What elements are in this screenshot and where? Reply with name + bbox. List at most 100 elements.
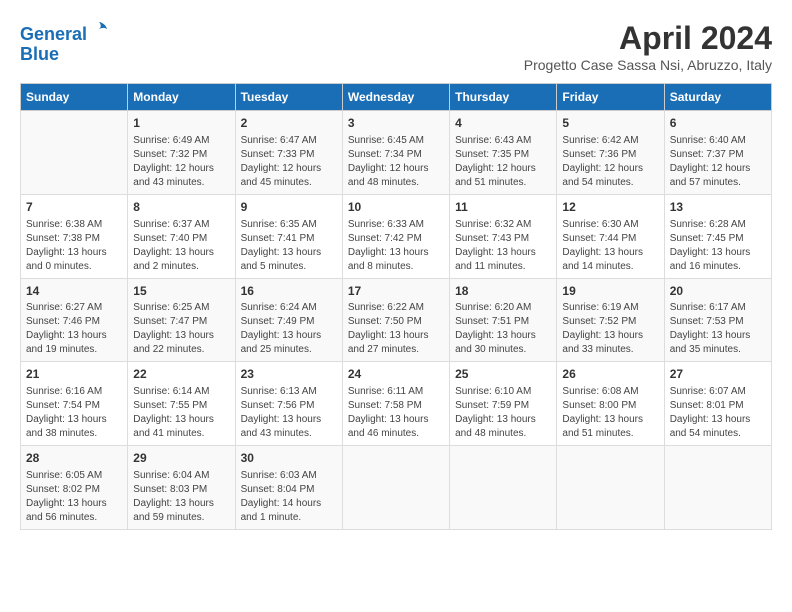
day-number: 12: [562, 199, 658, 216]
day-number: 17: [348, 283, 444, 300]
calendar-cell: 4 Sunrise: 6:43 AMSunset: 7:35 PMDaylight…: [450, 111, 557, 195]
header-thursday: Thursday: [450, 84, 557, 111]
day-info: Sunrise: 6:03 AMSunset: 8:04 PMDaylight:…: [241, 469, 337, 525]
day-info: Sunrise: 6:33 AMSunset: 7:42 PMDaylight:…: [348, 218, 444, 274]
day-info: Sunrise: 6:47 AMSunset: 7:33 PMDaylight:…: [241, 134, 337, 190]
calendar-cell: 15Sunrise: 6:25 AMSunset: 7:47 PMDayligh…: [128, 278, 235, 362]
day-info: Sunrise: 6:42 AMSunset: 7:36 PMDaylight:…: [562, 134, 658, 190]
day-info: Sunrise: 6:11 AMSunset: 7:58 PMDaylight:…: [348, 385, 444, 441]
day-info: Sunrise: 6:40 AMSunset: 7:37 PMDaylight:…: [670, 134, 766, 190]
calendar-week-row: 7 Sunrise: 6:38 AMSunset: 7:38 PMDaylight…: [21, 194, 772, 278]
day-number: 26: [562, 366, 658, 383]
day-number: 27: [670, 366, 766, 383]
day-number: 13: [670, 199, 766, 216]
day-info: Sunrise: 6:38 AMSunset: 7:38 PMDaylight:…: [26, 218, 122, 274]
calendar-cell: 20Sunrise: 6:17 AMSunset: 7:53 PMDayligh…: [664, 278, 771, 362]
day-info: Sunrise: 6:28 AMSunset: 7:45 PMDaylight:…: [670, 218, 766, 274]
day-number: 24: [348, 366, 444, 383]
calendar-cell: 13 Sunrise: 6:28 AMSunset: 7:45 PMDayligh…: [664, 194, 771, 278]
day-info: Sunrise: 6:43 AMSunset: 7:35 PMDaylight:…: [455, 134, 551, 190]
day-info: Sunrise: 6:20 AMSunset: 7:51 PMDaylight:…: [455, 301, 551, 357]
day-number: 30: [241, 450, 337, 467]
day-number: 18: [455, 283, 551, 300]
day-info: Sunrise: 6:30 AMSunset: 7:44 PMDaylight:…: [562, 218, 658, 274]
calendar-cell: 28Sunrise: 6:05 AMSunset: 8:02 PMDayligh…: [21, 446, 128, 530]
title-block: April 2024 Progetto Case Sassa Nsi, Abru…: [524, 20, 772, 73]
calendar-cell: 8 Sunrise: 6:37 AMSunset: 7:40 PMDaylight…: [128, 194, 235, 278]
logo-general: General: [20, 24, 87, 44]
subtitle: Progetto Case Sassa Nsi, Abruzzo, Italy: [524, 57, 772, 73]
day-info: Sunrise: 6:17 AMSunset: 7:53 PMDaylight:…: [670, 301, 766, 357]
day-number: 8: [133, 199, 229, 216]
day-info: Sunrise: 6:07 AMSunset: 8:01 PMDaylight:…: [670, 385, 766, 441]
calendar-cell: [342, 446, 449, 530]
header-friday: Friday: [557, 84, 664, 111]
header-tuesday: Tuesday: [235, 84, 342, 111]
day-number: 11: [455, 199, 551, 216]
day-info: Sunrise: 6:45 AMSunset: 7:34 PMDaylight:…: [348, 134, 444, 190]
day-info: Sunrise: 6:10 AMSunset: 7:59 PMDaylight:…: [455, 385, 551, 441]
calendar-week-row: 1Sunrise: 6:49 AMSunset: 7:32 PMDaylight…: [21, 111, 772, 195]
logo-blue: Blue: [20, 44, 59, 64]
calendar-cell: 24 Sunrise: 6:11 AMSunset: 7:58 PMDayligh…: [342, 362, 449, 446]
calendar-header-row: SundayMondayTuesdayWednesdayThursdayFrid…: [21, 84, 772, 111]
day-number: 15: [133, 283, 229, 300]
calendar-cell: 25Sunrise: 6:10 AMSunset: 7:59 PMDayligh…: [450, 362, 557, 446]
calendar-cell: [664, 446, 771, 530]
calendar-week-row: 21Sunrise: 6:16 AMSunset: 7:54 PMDayligh…: [21, 362, 772, 446]
day-number: 19: [562, 283, 658, 300]
day-info: Sunrise: 6:37 AMSunset: 7:40 PMDaylight:…: [133, 218, 229, 274]
page-header: General Blue April 2024 Progetto Case Sa…: [20, 20, 772, 73]
day-number: 9: [241, 199, 337, 216]
day-number: 28: [26, 450, 122, 467]
calendar-cell: 9 Sunrise: 6:35 AMSunset: 7:41 PMDaylight…: [235, 194, 342, 278]
calendar-cell: 21Sunrise: 6:16 AMSunset: 7:54 PMDayligh…: [21, 362, 128, 446]
calendar-cell: 17Sunrise: 6:22 AMSunset: 7:50 PMDayligh…: [342, 278, 449, 362]
day-info: Sunrise: 6:22 AMSunset: 7:50 PMDaylight:…: [348, 301, 444, 357]
calendar-cell: 5Sunrise: 6:42 AMSunset: 7:36 PMDaylight…: [557, 111, 664, 195]
calendar-cell: 2Sunrise: 6:47 AMSunset: 7:33 PMDaylight…: [235, 111, 342, 195]
header-saturday: Saturday: [664, 84, 771, 111]
calendar-cell: 7 Sunrise: 6:38 AMSunset: 7:38 PMDaylight…: [21, 194, 128, 278]
day-number: 16: [241, 283, 337, 300]
day-info: Sunrise: 6:19 AMSunset: 7:52 PMDaylight:…: [562, 301, 658, 357]
day-info: Sunrise: 6:24 AMSunset: 7:49 PMDaylight:…: [241, 301, 337, 357]
day-number: 4: [455, 115, 551, 132]
calendar-cell: 14Sunrise: 6:27 AMSunset: 7:46 PMDayligh…: [21, 278, 128, 362]
calendar-cell: 27 Sunrise: 6:07 AMSunset: 8:01 PMDayligh…: [664, 362, 771, 446]
month-title: April 2024: [524, 20, 772, 57]
day-info: Sunrise: 6:27 AMSunset: 7:46 PMDaylight:…: [26, 301, 122, 357]
day-info: Sunrise: 6:35 AMSunset: 7:41 PMDaylight:…: [241, 218, 337, 274]
day-number: 3: [348, 115, 444, 132]
day-info: Sunrise: 6:14 AMSunset: 7:55 PMDaylight:…: [133, 385, 229, 441]
day-info: Sunrise: 6:32 AMSunset: 7:43 PMDaylight:…: [455, 218, 551, 274]
calendar-cell: 11 Sunrise: 6:32 AMSunset: 7:43 PMDayligh…: [450, 194, 557, 278]
day-number: 22: [133, 366, 229, 383]
calendar-cell: 12 Sunrise: 6:30 AMSunset: 7:44 PMDayligh…: [557, 194, 664, 278]
calendar-cell: [557, 446, 664, 530]
calendar-cell: 10Sunrise: 6:33 AMSunset: 7:42 PMDayligh…: [342, 194, 449, 278]
calendar-cell: 29 Sunrise: 6:04 AMSunset: 8:03 PMDayligh…: [128, 446, 235, 530]
logo: General Blue: [20, 20, 109, 65]
calendar-cell: 23Sunrise: 6:13 AMSunset: 7:56 PMDayligh…: [235, 362, 342, 446]
calendar-cell: 26 Sunrise: 6:08 AMSunset: 8:00 PMDayligh…: [557, 362, 664, 446]
day-info: Sunrise: 6:49 AMSunset: 7:32 PMDaylight:…: [133, 134, 229, 190]
day-number: 23: [241, 366, 337, 383]
calendar-cell: 19Sunrise: 6:19 AMSunset: 7:52 PMDayligh…: [557, 278, 664, 362]
calendar-cell: [450, 446, 557, 530]
day-number: 6: [670, 115, 766, 132]
calendar-cell: [21, 111, 128, 195]
calendar-cell: 18Sunrise: 6:20 AMSunset: 7:51 PMDayligh…: [450, 278, 557, 362]
day-number: 29: [133, 450, 229, 467]
header-wednesday: Wednesday: [342, 84, 449, 111]
day-number: 7: [26, 199, 122, 216]
calendar-cell: 6 Sunrise: 6:40 AMSunset: 7:37 PMDaylight…: [664, 111, 771, 195]
day-number: 21: [26, 366, 122, 383]
calendar-cell: 3 Sunrise: 6:45 AMSunset: 7:34 PMDaylight…: [342, 111, 449, 195]
header-sunday: Sunday: [21, 84, 128, 111]
calendar-cell: 30 Sunrise: 6:03 AMSunset: 8:04 PMDayligh…: [235, 446, 342, 530]
calendar-cell: 16Sunrise: 6:24 AMSunset: 7:49 PMDayligh…: [235, 278, 342, 362]
calendar-cell: 1Sunrise: 6:49 AMSunset: 7:32 PMDaylight…: [128, 111, 235, 195]
day-info: Sunrise: 6:08 AMSunset: 8:00 PMDaylight:…: [562, 385, 658, 441]
day-info: Sunrise: 6:04 AMSunset: 8:03 PMDaylight:…: [133, 469, 229, 525]
